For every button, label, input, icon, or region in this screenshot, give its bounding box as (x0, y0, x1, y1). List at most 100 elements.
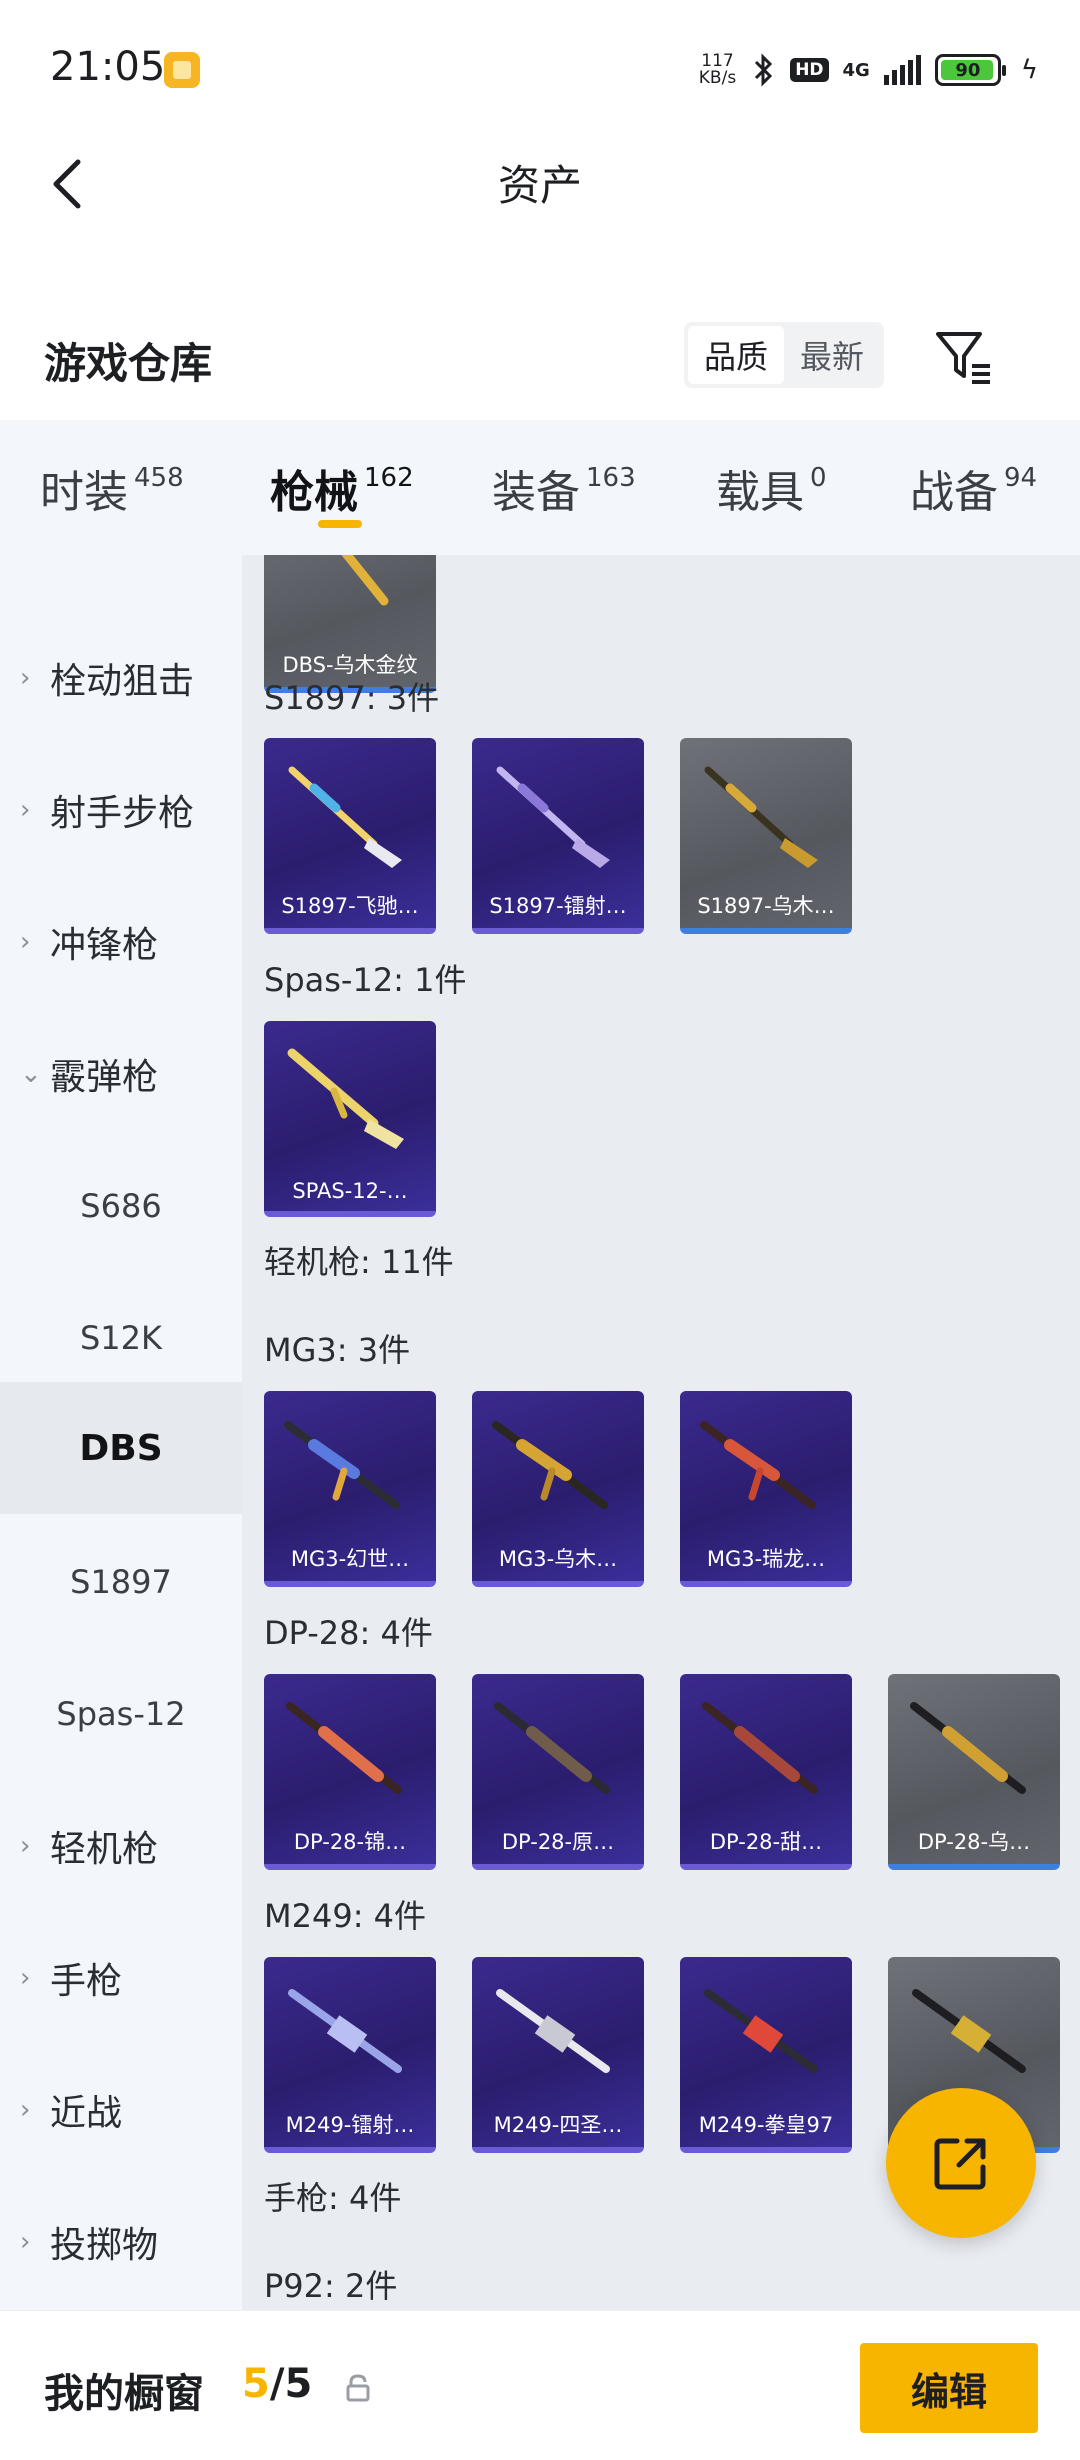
nav-bar: 资产 (0, 130, 1080, 230)
sidebar-item-label: S12K (79, 1319, 162, 1357)
tab-count: 162 (364, 462, 414, 493)
status-time: 21:05 (50, 44, 166, 90)
item-card[interactable]: DP-28-锦… (264, 1674, 436, 1870)
item-card[interactable]: DP-28-原… (472, 1674, 644, 1870)
machine-gun-icon (496, 1989, 610, 2073)
showcase-count: 5/5 (242, 2361, 312, 2407)
machine-gun-icon (492, 1421, 608, 1509)
filter-icon[interactable] (930, 322, 996, 388)
tab-label: 载具 (716, 466, 804, 518)
chevron-right-icon: › (20, 2095, 31, 2125)
group-title: P92: 2件 (264, 2267, 398, 2305)
tab-count: 94 (1004, 462, 1038, 493)
sidebar-item-marksman-rifle[interactable]: › 射手步枪 (0, 744, 242, 876)
group-title: 轻机枪: 11件 (264, 1243, 454, 1281)
item-card-name: S1897-飞驰… (281, 894, 419, 918)
item-card[interactable]: M249-四圣… (472, 1957, 644, 2153)
item-card[interactable]: DP-28-乌… (888, 1674, 1060, 1870)
sidebar-item-label: 手枪 (50, 1961, 123, 2002)
warehouse-header: 游戏仓库 品质 最新 (0, 300, 1080, 410)
sidebar-item-smg[interactable]: › 冲锋枪 (0, 876, 242, 1008)
tab-vehicles[interactable]: 载具 0 (716, 420, 827, 555)
sort-toggle: 品质 最新 (684, 322, 884, 388)
group-title: Spas-12: 1件 (264, 961, 467, 999)
sidebar-item-label: 射手步枪 (50, 793, 195, 834)
network-speed: 117 KB/s (699, 53, 736, 87)
tab-label: 时装 (40, 466, 128, 518)
share-button[interactable] (886, 2088, 1036, 2238)
tab-label: 枪械 (270, 466, 358, 518)
category-tabs: 时装 458 枪械 162 装备 163 载具 0 战备 94 (0, 420, 1080, 555)
sidebar-subitem-dbs[interactable]: DBS (0, 1382, 242, 1514)
item-card[interactable]: MG3-乌木… (472, 1391, 644, 1587)
sidebar-item-label: 栓动狙击 (50, 661, 195, 702)
showcase-separator: / (269, 2361, 285, 2407)
sidebar-item-melee[interactable]: › 近战 (0, 2044, 242, 2176)
sidebar-item-label: 近战 (50, 2093, 123, 2134)
tab-count: 458 (134, 462, 184, 493)
machine-gun-icon (910, 1702, 1026, 1794)
sidebar-item-lmg[interactable]: › 轻机枪 (0, 1780, 242, 1912)
item-card-name: MG3-幻世… (290, 1547, 410, 1571)
item-card-name: M249-镭射… (285, 2113, 415, 2137)
showcase-bar: 我的橱窗 5/5 编辑 (0, 2310, 1080, 2460)
item-card-name: DP-28-乌… (917, 1830, 1031, 1854)
shotgun-icon (287, 1048, 404, 1149)
sort-by-quality[interactable]: 品质 (688, 326, 784, 384)
item-card[interactable]: S1897-镭射… (472, 738, 644, 934)
machine-gun-icon (702, 1702, 818, 1794)
item-card-name: DP-28-原… (501, 1830, 615, 1854)
sidebar-subitem-s686[interactable]: S686 (0, 1140, 242, 1272)
sort-by-newest[interactable]: 最新 (784, 326, 880, 384)
group-title: S1897: 3件 (264, 679, 440, 717)
item-card[interactable]: MG3-瑞龙… (680, 1391, 852, 1587)
hd-voice-icon: HD (790, 58, 829, 82)
charging-icon: ϟ (1020, 55, 1038, 85)
item-card[interactable]: MG3-幻世… (264, 1391, 436, 1587)
chevron-down-icon: ⌄ (20, 1059, 42, 1089)
lock-icon (346, 2374, 370, 2402)
edit-button[interactable]: 编辑 (860, 2343, 1038, 2433)
sidebar-item-bolt-action-sniper[interactable]: › 栓动狙击 (0, 612, 242, 744)
tab-firearms[interactable]: 枪械 162 (270, 420, 414, 555)
item-card[interactable]: SPAS-12-… (264, 1021, 436, 1217)
sidebar-item-throwable[interactable]: › 投掷物 (0, 2176, 242, 2308)
sidebar-item-label: 投掷物 (50, 2225, 159, 2266)
signal-icon (883, 55, 921, 85)
item-card-name: M249-拳皇97 (698, 2113, 834, 2137)
item-card[interactable]: DP-28-甜… (680, 1674, 852, 1870)
sidebar-item-shotgun[interactable]: ⌄ 霰弹枪 (0, 1008, 242, 1140)
item-card[interactable]: S1897-乌木… (680, 738, 852, 934)
item-card-name: S1897-镭射… (489, 894, 627, 918)
machine-gun-icon (286, 1702, 402, 1794)
tab-count: 163 (586, 462, 636, 493)
item-card[interactable]: M249-镭射… (264, 1957, 436, 2153)
notification-app-icon (164, 52, 200, 88)
item-card[interactable]: S1897-飞驰… (264, 738, 436, 934)
group-title: MG3: 3件 (264, 1331, 411, 1369)
sidebar-item-pistol[interactable]: › 手枪 (0, 1912, 242, 2044)
shotgun-icon (288, 766, 402, 868)
item-card-name: DP-28-甜… (709, 1830, 823, 1854)
sidebar-subitem-spas12[interactable]: Spas-12 (0, 1648, 242, 1780)
chevron-right-icon: › (20, 927, 31, 957)
chevron-right-icon: › (20, 2227, 31, 2257)
machine-gun-icon (912, 1989, 1026, 2073)
showcase-current: 5 (242, 2361, 270, 2407)
sidebar-item-label: Spas-12 (56, 1695, 186, 1733)
battery-level: 90 (955, 59, 981, 81)
tab-equipment[interactable]: 装备 163 (492, 420, 636, 555)
item-grid-area: DBS-乌木金纹 S1897: 3件 S1897-飞驰… S1897-镭射… S… (242, 555, 1080, 2310)
tab-supplies[interactable]: 战备 94 (910, 420, 1037, 555)
showcase-max: 5 (284, 2361, 313, 2407)
sidebar-subitem-s1897[interactable]: S1897 (0, 1516, 242, 1648)
network-type: 4G (842, 59, 870, 81)
group-title: M249: 4件 (264, 1897, 427, 1935)
item-card[interactable]: M249-拳皇97 (680, 1957, 852, 2153)
item-card-name: S1897-乌木… (697, 894, 835, 918)
chevron-right-icon: › (20, 795, 31, 825)
sidebar-item-label: DBS (79, 1427, 163, 1469)
tab-count: 0 (810, 462, 827, 493)
tab-outfits[interactable]: 时装 458 (40, 420, 184, 555)
warehouse-title: 游戏仓库 (44, 339, 213, 388)
